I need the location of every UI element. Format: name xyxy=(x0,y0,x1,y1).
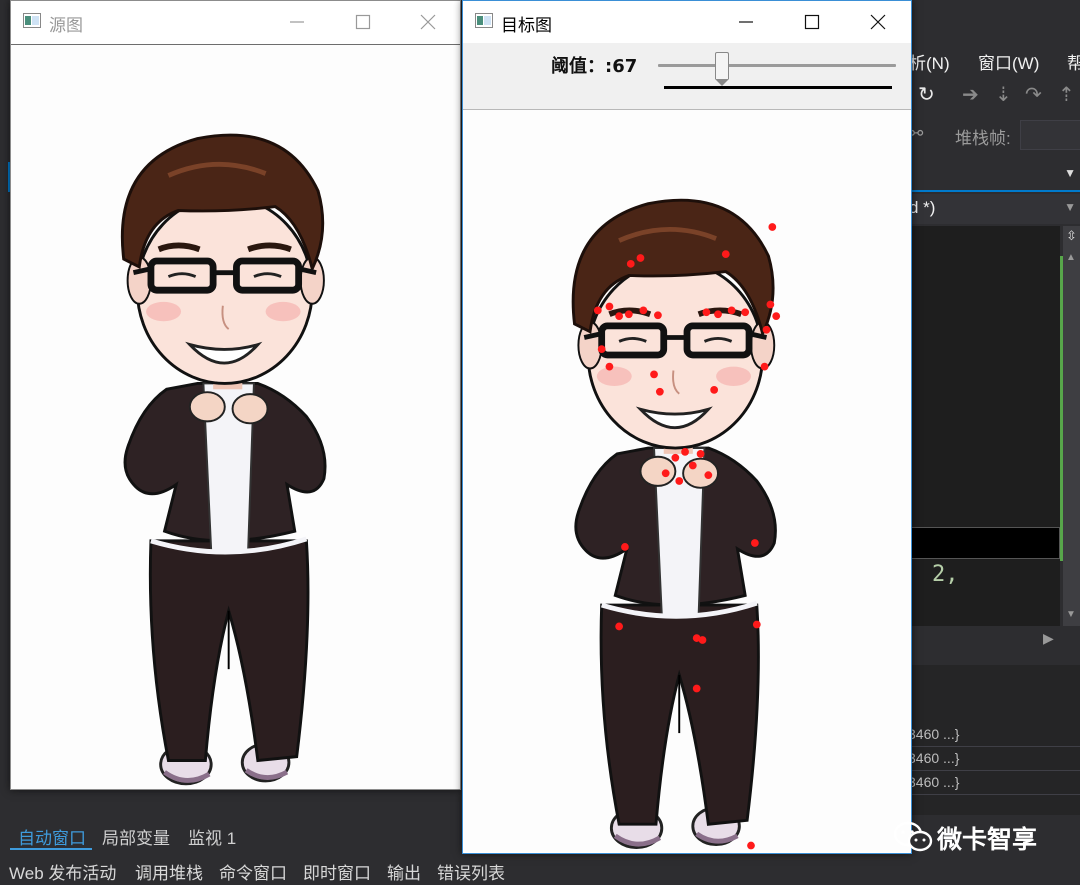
vs-vertical-scrollbar[interactable]: ⇳ ▲ ▼ xyxy=(1063,226,1080,626)
step-over-icon[interactable]: ↷ xyxy=(1025,82,1042,107)
vs-editor-highlight xyxy=(910,527,1060,559)
table-row[interactable]: 3460 ...} xyxy=(905,772,1080,795)
scroll-up-icon[interactable]: ▲ xyxy=(1066,252,1076,263)
maximize-button[interactable] xyxy=(340,1,386,43)
target-image-canvas xyxy=(464,110,910,875)
restart-icon[interactable]: ↻ xyxy=(918,82,935,107)
source-window-title: 源图 xyxy=(49,16,83,35)
app-icon xyxy=(475,13,493,28)
table-row[interactable]: 3460 ...} xyxy=(905,748,1080,771)
cartoon-figure-image xyxy=(11,45,458,788)
maximize-button[interactable] xyxy=(789,1,835,43)
vs-horizontal-scrollbar[interactable]: ▶ xyxy=(905,626,1080,652)
stack-frame-select[interactable] xyxy=(1020,120,1080,150)
minimize-icon xyxy=(290,21,304,23)
source-image-canvas xyxy=(11,45,460,789)
target-window-title: 目标图 xyxy=(501,16,552,35)
vs-code-editor[interactable] xyxy=(905,226,1060,626)
tab-web-publish[interactable]: Web 发布活动 xyxy=(9,859,116,884)
tab-immediate-window[interactable]: 即时窗口 xyxy=(303,859,371,884)
minimize-button[interactable] xyxy=(274,1,320,43)
target-image-window[interactable]: 目标图 阈值：:67 xyxy=(462,0,912,875)
wechat-watermark: 微卡智享 xyxy=(893,818,1073,854)
minimize-button[interactable] xyxy=(723,1,769,43)
watermark-text: 微卡智享 xyxy=(937,825,1038,854)
active-tab-indicator xyxy=(10,848,92,850)
menu-help[interactable]: 帮 xyxy=(1067,49,1080,74)
app-icon xyxy=(23,13,41,28)
member-dropdown-text: d *) xyxy=(909,198,936,217)
threshold-label: 阈值：:67 xyxy=(551,56,638,77)
row-value: 3460 ...} xyxy=(908,750,960,766)
menu-window[interactable]: 窗口(W) xyxy=(978,49,1039,74)
tab-error-list[interactable]: 错误列表 xyxy=(437,859,505,884)
close-button[interactable] xyxy=(855,1,901,43)
menu-analyze[interactable]: 析(N) xyxy=(909,49,950,74)
trackbar-underline xyxy=(664,86,892,89)
tab-output[interactable]: 输出 xyxy=(387,859,421,884)
tab-watch-1[interactable]: 监视 1 xyxy=(188,824,236,849)
tab-call-stack[interactable]: 调用堆栈 xyxy=(135,859,203,884)
tab-command-window[interactable]: 命令窗口 xyxy=(219,859,287,884)
vs-tool-window-bar: Web 发布活动 调用堆栈 命令窗口 即时窗口 输出 错误列表 xyxy=(0,852,1080,885)
close-icon xyxy=(420,14,436,30)
scroll-down-icon[interactable]: ▼ xyxy=(1066,609,1076,620)
vs-member-dropdown[interactable]: d *) ▼ xyxy=(905,194,1080,224)
vs-document-tabstrip: ▼ xyxy=(905,162,1080,192)
cartoon-figure-with-corners-image xyxy=(464,110,781,875)
split-icon[interactable]: ⇳ xyxy=(1066,228,1077,244)
wechat-icon xyxy=(893,821,933,852)
source-image-window[interactable]: 源图 xyxy=(10,0,461,790)
stack-frame-label: 堆栈帧: xyxy=(955,129,1011,148)
scroll-right-icon[interactable]: ▶ xyxy=(1043,630,1054,647)
maximize-icon xyxy=(804,14,820,30)
threshold-slider-track[interactable] xyxy=(658,64,896,67)
table-row[interactable]: 3460 ...} xyxy=(905,724,1080,747)
tab-locals[interactable]: 局部变量 xyxy=(102,824,170,849)
vs-menubar: 析(N) 窗口(W) 帮 xyxy=(905,40,1080,76)
tab-autos[interactable]: 自动窗口 xyxy=(18,824,86,849)
tab-dropdown-icon[interactable]: ▼ xyxy=(1064,166,1076,180)
step-out-icon[interactable]: ⇡ xyxy=(1058,82,1075,107)
show-next-statement-icon[interactable]: ➔ xyxy=(962,82,979,107)
threshold-slider-thumb[interactable] xyxy=(714,52,729,86)
trackbar-panel: 阈值：:67 xyxy=(463,43,911,110)
chevron-down-icon: ▼ xyxy=(1064,200,1076,214)
vs-toolbar: ↻ ➔ ⇣ ↷ ⇡ xyxy=(905,76,1080,116)
maximize-icon xyxy=(355,14,371,30)
row-value: 3460 ...} xyxy=(908,726,960,742)
close-button[interactable] xyxy=(405,1,451,43)
code-text: 2, xyxy=(932,562,959,587)
source-window-titlebar[interactable]: 源图 xyxy=(11,1,460,43)
close-icon xyxy=(870,14,886,30)
row-value: 3460 ...} xyxy=(908,774,960,790)
minimize-icon xyxy=(739,21,753,23)
target-window-titlebar[interactable]: 目标图 xyxy=(463,1,911,43)
step-into-icon[interactable]: ⇣ xyxy=(995,82,1012,107)
